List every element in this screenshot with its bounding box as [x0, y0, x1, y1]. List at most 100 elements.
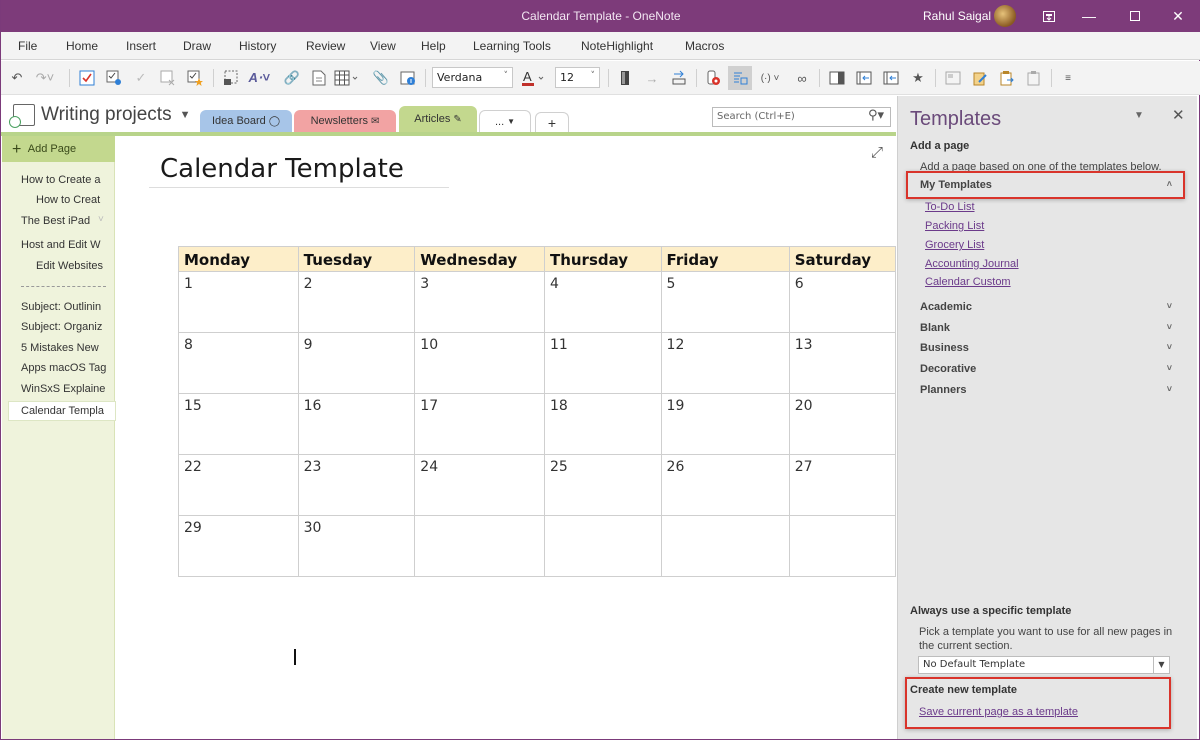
calendar-header-cell[interactable]: Monday	[178, 246, 299, 272]
menu-insert[interactable]: Insert	[126, 39, 156, 53]
pane-close-button[interactable]: ✕	[1172, 106, 1185, 124]
calendar-day-cell[interactable]: 23	[297, 454, 416, 516]
user-name[interactable]: Rahul Saigal	[923, 9, 991, 23]
attach-file-button[interactable]: 📎	[371, 68, 391, 88]
calendar-header-cell[interactable]: Wednesday	[414, 246, 545, 272]
screen-clipping-button[interactable]	[221, 68, 241, 88]
font-color-button[interactable]: A	[520, 68, 548, 88]
back-button[interactable]	[854, 68, 874, 88]
page-item[interactable]: Subject: Organiz	[21, 321, 111, 333]
menu-learning-tools[interactable]: Learning Tools	[473, 39, 551, 53]
menu-draw[interactable]: Draw	[183, 39, 211, 53]
calendar-day-cell[interactable]: 5	[660, 271, 790, 333]
table-button[interactable]	[333, 68, 361, 88]
mark-done-button[interactable]: ✓	[131, 68, 151, 88]
format-painter-button[interactable]: A⋅˅	[245, 68, 273, 88]
calendar-header-cell[interactable]: Thursday	[543, 246, 662, 272]
calendar-day-cell[interactable]: 29	[178, 515, 299, 577]
maximize-button[interactable]	[1112, 0, 1158, 32]
category-blank[interactable]: Blank ˅	[920, 322, 1178, 334]
page-item[interactable]: Subject: Outlinin	[21, 301, 111, 313]
add-section-button[interactable]: +	[535, 112, 569, 132]
redo-button[interactable]: ↷˅	[35, 68, 55, 88]
dock-button[interactable]	[615, 68, 635, 88]
undo-button[interactable]: ↶	[7, 68, 27, 88]
calendar-day-cell[interactable]: 17	[414, 393, 545, 455]
calendar-day-cell[interactable]: 22	[178, 454, 299, 516]
calendar-day-cell[interactable]: 16	[297, 393, 416, 455]
calendar-day-cell[interactable]: 9	[297, 332, 416, 394]
default-template-select[interactable]: No Default Template ▼	[918, 656, 1170, 674]
expand-icon[interactable]: ⤢	[871, 144, 883, 161]
immersive-reader-button[interactable]	[728, 66, 752, 90]
customize-toolbar-button[interactable]: ≡	[1058, 68, 1078, 88]
forward-page-button[interactable]	[881, 68, 901, 88]
template-link-accounting-journal[interactable]: Accounting Journal	[925, 258, 1019, 270]
calendar-header-cell[interactable]: Saturday	[788, 246, 896, 272]
clipboard-button[interactable]	[997, 68, 1017, 88]
link-button[interactable]: 🔗	[282, 68, 302, 88]
paste-button[interactable]	[970, 68, 990, 88]
calendar-day-cell[interactable]: 2	[297, 271, 416, 333]
pin-button[interactable]: ★	[908, 68, 928, 88]
section-tab-newsletters[interactable]: Newsletters ✉	[294, 110, 396, 132]
calendar-day-cell[interactable]: 1	[178, 271, 299, 333]
menu-view[interactable]: View	[370, 39, 396, 53]
menu-help[interactable]: Help	[421, 39, 446, 53]
calendar-day-cell[interactable]: 3	[414, 271, 545, 333]
calendar-day-cell[interactable]: 11	[543, 332, 662, 394]
category-decorative[interactable]: Decorative ˅	[920, 363, 1178, 375]
template-link-grocery-list[interactable]: Grocery List	[925, 239, 984, 251]
add-page-button[interactable]: + Add Page	[2, 136, 115, 162]
avatar[interactable]	[994, 5, 1016, 27]
important-tag-button[interactable]	[185, 68, 205, 88]
minimize-button[interactable]: —	[1066, 0, 1112, 32]
calendar-day-cell[interactable]: 13	[788, 332, 896, 394]
calendar-day-cell[interactable]: 4	[543, 271, 662, 333]
calendar-header-cell[interactable]: Friday	[660, 246, 790, 272]
page-title[interactable]: Calendar Template	[160, 154, 404, 184]
menu-macros[interactable]: Macros	[685, 39, 724, 53]
notebook-picker[interactable]: Writing projects ▼	[9, 104, 190, 128]
page-item[interactable]: How to Create a	[21, 174, 111, 186]
calendar-day-cell[interactable]	[543, 515, 662, 577]
template-link-calendar-custom[interactable]: Calendar Custom	[925, 276, 1011, 288]
indent-button[interactable]	[669, 68, 689, 88]
record-audio-button[interactable]	[703, 68, 723, 88]
screenshot-button[interactable]	[943, 68, 963, 88]
todo-tag-button[interactable]	[77, 68, 97, 88]
insert-image-button[interactable]	[398, 68, 418, 88]
calendar-day-cell[interactable]: 19	[660, 393, 790, 455]
calendar-day-cell[interactable]: 20	[788, 393, 896, 455]
section-tab-idea-board[interactable]: Idea Board ◯	[200, 110, 292, 132]
calendar-day-cell[interactable]: 27	[788, 454, 896, 516]
page-item[interactable]: Edit Websites	[36, 260, 111, 272]
dictate-button[interactable]: (·) ˅	[755, 68, 785, 88]
font-size-select[interactable]: 12 ˅	[555, 67, 600, 88]
calendar-day-cell[interactable]: 15	[178, 393, 299, 455]
menu-history[interactable]: History	[239, 39, 276, 53]
page-item[interactable]: How to Creat	[36, 194, 111, 206]
page-canvas[interactable]: Calendar Template ⤢ Monday Tuesday Wedne…	[116, 136, 896, 739]
forward-button[interactable]: →	[642, 68, 662, 88]
page-button[interactable]	[309, 68, 329, 88]
close-window-button[interactable]: ✕	[1155, 0, 1200, 32]
calendar-day-cell[interactable]: 10	[414, 332, 545, 394]
calendar-day-cell[interactable]: 24	[414, 454, 545, 516]
calendar-day-cell[interactable]: 26	[660, 454, 790, 516]
calendar-day-cell[interactable]: 18	[543, 393, 662, 455]
page-item[interactable]: 5 Mistakes New	[21, 342, 111, 354]
menu-notehighlight[interactable]: NoteHighlight	[581, 39, 653, 53]
template-link-packing-list[interactable]: Packing List	[925, 220, 984, 232]
collapse-chevron-icon[interactable]: ˅	[98, 214, 104, 225]
menu-home[interactable]: Home	[66, 39, 98, 53]
menu-review[interactable]: Review	[306, 39, 345, 53]
calendar-day-cell[interactable]: 8	[178, 332, 299, 394]
spell-check-button[interactable]: ∞	[792, 68, 812, 88]
calendar-day-cell[interactable]	[414, 515, 545, 577]
calendar-day-cell[interactable]: 30	[297, 515, 416, 577]
page-item[interactable]: Apps macOS Tag	[21, 362, 111, 374]
category-planners[interactable]: Planners ˅	[920, 384, 1178, 396]
calendar-day-cell[interactable]	[660, 515, 790, 577]
page-item[interactable]: The Best iPad	[21, 215, 96, 227]
